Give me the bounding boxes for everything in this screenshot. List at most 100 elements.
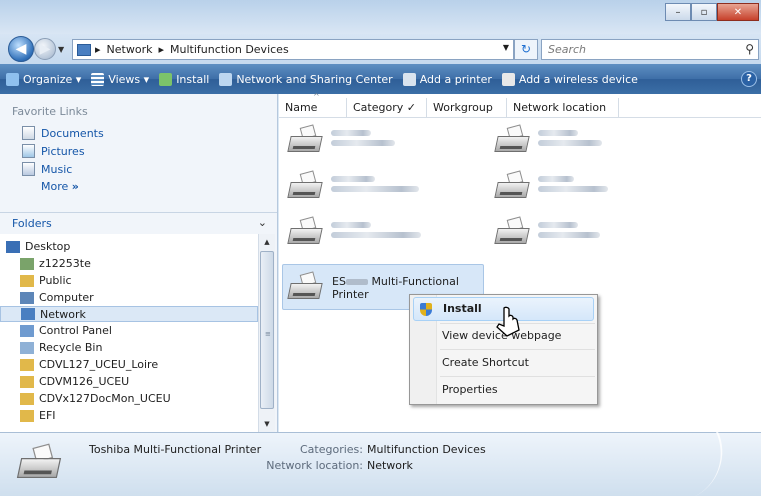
mfp-printer-icon xyxy=(492,216,532,250)
folder-tree-item-control-panel[interactable]: Control Panel xyxy=(0,322,258,339)
refresh-button[interactable]: ↻ xyxy=(514,39,538,60)
recent-pages-dropdown-icon[interactable]: ▼ xyxy=(58,45,64,54)
column-header-network-location[interactable]: Network location xyxy=(507,98,619,117)
column-header-row: ^ Name Category ✓ Workgroup Network locat… xyxy=(279,92,761,118)
column-header-category[interactable]: Category ✓ xyxy=(347,98,427,117)
details-network-location-label: Network location: xyxy=(266,459,363,472)
network-icon xyxy=(21,308,35,320)
folder-tree-item-z12253te[interactable]: z12253te xyxy=(0,255,258,272)
title-bar: – ▫ ✕ xyxy=(0,0,761,34)
close-button[interactable]: ✕ xyxy=(717,3,759,21)
device-item[interactable] xyxy=(285,216,421,250)
folder-tree-item-public[interactable]: Public xyxy=(0,272,258,289)
menu-item-label: Install xyxy=(443,302,482,315)
command-bar: Organize ▾ Views ▾ Install Network and S… xyxy=(0,64,761,94)
breadcrumb-network[interactable]: Network xyxy=(107,43,153,56)
column-label: Workgroup xyxy=(433,101,493,114)
folder-tree-label: CDVM126_UCEU xyxy=(39,375,130,388)
context-menu-properties[interactable]: Properties xyxy=(413,378,594,402)
folder-tree-label: Public xyxy=(39,274,72,287)
scroll-down-arrow-icon[interactable]: ▼ xyxy=(259,416,275,432)
network-sharing-label: Network and Sharing Center xyxy=(236,72,393,86)
selected-device-icon-wrap xyxy=(285,271,325,305)
computer-icon xyxy=(20,291,34,304)
recycle-bin-icon xyxy=(20,341,34,354)
more-links-button[interactable]: More » xyxy=(0,176,277,193)
selected-device-suffix: Multi-Functional xyxy=(371,275,459,288)
folder-tree-label: z12253te xyxy=(39,257,91,270)
device-item[interactable] xyxy=(492,124,602,158)
folder-icon xyxy=(20,358,34,371)
context-menu-create-shortcut[interactable]: Create Shortcut xyxy=(413,351,594,375)
folders-header[interactable]: Folders ⌄ xyxy=(0,212,277,232)
details-network-location-value: Network xyxy=(367,459,413,472)
column-header-workgroup[interactable]: Workgroup xyxy=(427,98,507,117)
favorite-link-pictures[interactable]: Pictures xyxy=(0,140,277,158)
folder-tree-item-cdvl127-uceu-loire[interactable]: CDVL127_UCEU_Loire xyxy=(0,356,258,373)
folder-icon xyxy=(20,409,34,422)
organize-button[interactable]: Organize ▾ xyxy=(6,72,81,86)
back-button[interactable]: ◀ xyxy=(8,36,34,62)
folder-tree-label: Network xyxy=(40,307,86,321)
folder-tree-label: Recycle Bin xyxy=(39,341,103,354)
folder-tree-item-computer[interactable]: Computer xyxy=(0,289,258,306)
folder-tree-item-network[interactable]: Network xyxy=(0,306,258,322)
folder-tree-item-efi[interactable]: EFI xyxy=(0,407,258,424)
device-item[interactable] xyxy=(285,170,419,204)
blurred-device-label xyxy=(325,216,421,250)
folder-tree-item-cdvm126-uceu[interactable]: CDVM126_UCEU xyxy=(0,373,258,390)
add-printer-label: Add a printer xyxy=(419,72,492,86)
views-label: Views xyxy=(108,72,141,86)
network-sharing-center-button[interactable]: Network and Sharing Center xyxy=(219,72,393,86)
add-printer-button[interactable]: Add a printer xyxy=(402,72,492,86)
column-header-name[interactable]: ^ Name xyxy=(279,92,347,117)
menu-item-label: Properties xyxy=(442,383,498,396)
favorite-link-documents[interactable]: Documents xyxy=(0,118,277,140)
address-bar[interactable]: ▸ Network ▸ Multifunction Devices ▼ xyxy=(72,39,514,60)
folder-icon xyxy=(20,392,34,405)
device-item[interactable] xyxy=(285,124,395,158)
forward-button[interactable]: ▶ xyxy=(34,38,56,60)
search-placeholder: Search xyxy=(548,43,587,56)
folder-tree-item-desktop[interactable]: Desktop xyxy=(0,238,258,255)
breadcrumb-multifunction-devices[interactable]: Multifunction Devices xyxy=(170,43,289,56)
blurred-device-label xyxy=(532,216,600,250)
menu-separator xyxy=(440,349,595,350)
folder-tree-item-cdvx127docmon-uceu[interactable]: CDVx127DocMon_UCEU xyxy=(0,390,258,407)
search-input[interactable]: Search ⚲ xyxy=(541,39,759,60)
explorer-window: – ▫ ✕ ◀ ▶ ▼ ▸ Network ▸ Multifunction De… xyxy=(0,0,761,501)
help-icon[interactable]: ? xyxy=(741,71,757,87)
scroll-up-arrow-icon[interactable]: ▲ xyxy=(259,234,275,250)
mfp-printer-icon xyxy=(285,216,325,250)
maximize-button[interactable]: ▫ xyxy=(691,3,717,21)
minimize-button[interactable]: – xyxy=(665,3,691,21)
search-icon[interactable]: ⚲ xyxy=(745,40,754,59)
device-item[interactable] xyxy=(492,170,608,204)
sort-ascending-icon: ^ xyxy=(313,92,320,101)
views-icon xyxy=(91,72,105,86)
selected-device-prefix: ES xyxy=(332,275,346,288)
forward-arrow-icon: ▶ xyxy=(39,41,51,57)
favorite-link-music[interactable]: Music xyxy=(0,158,277,176)
views-button[interactable]: Views ▾ xyxy=(91,72,149,86)
user-icon xyxy=(20,257,34,270)
folder-tree-item-recycle-bin[interactable]: Recycle Bin xyxy=(0,339,258,356)
chevron-down-icon[interactable]: ⌄ xyxy=(258,216,267,229)
folders-title: Folders xyxy=(12,217,52,230)
add-wireless-device-button[interactable]: Add a wireless device xyxy=(501,72,638,86)
column-label: Network location xyxy=(513,101,607,114)
favorite-link-label: Documents xyxy=(41,126,104,140)
details-categories-label: Categories: xyxy=(300,443,363,456)
address-dropdown-icon[interactable]: ▼ xyxy=(503,43,509,52)
double-chevron-icon: » xyxy=(71,180,79,193)
device-item[interactable] xyxy=(492,216,600,250)
folder-tree-label: Computer xyxy=(39,291,94,304)
folder-tree-scrollbar[interactable]: ▲ ≡ ▼ xyxy=(258,234,275,432)
folder-tree: Desktop z12253te Public Computer Network Cont… xyxy=(0,234,258,432)
breadcrumb-separator-icon[interactable]: ▸ xyxy=(158,43,164,56)
scroll-thumb[interactable]: ≡ xyxy=(260,251,274,409)
network-sharing-icon xyxy=(219,72,233,86)
install-button[interactable]: Install xyxy=(159,72,209,86)
blurred-device-label xyxy=(325,124,395,158)
breadcrumb-separator-icon[interactable]: ▸ xyxy=(95,43,101,56)
